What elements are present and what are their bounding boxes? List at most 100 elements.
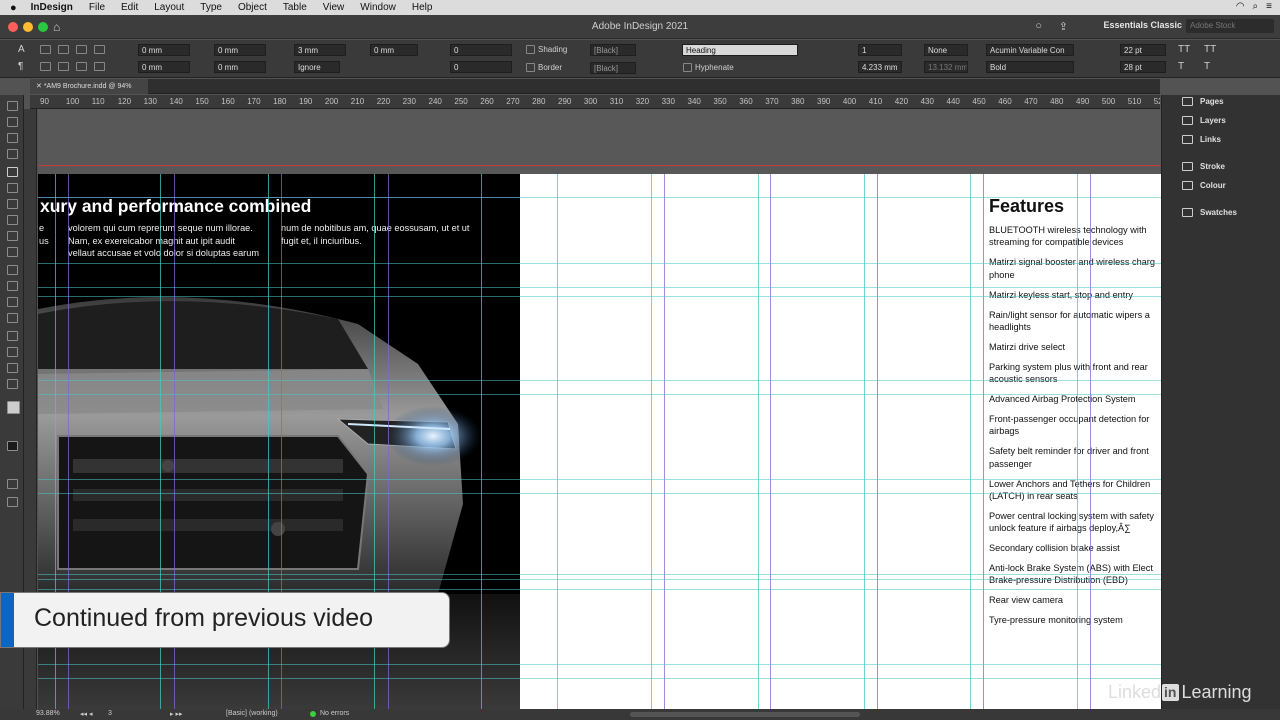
master-status[interactable]: [Basic] (working) [226, 710, 278, 717]
drop-cap-lines-field[interactable]: 0 [450, 44, 512, 56]
menu-layout[interactable]: Layout [154, 2, 184, 13]
direct-selection-tool-icon[interactable] [7, 117, 18, 127]
feature-item[interactable]: Safety belt reminder for driver and fron… [989, 445, 1161, 470]
page-number-field[interactable]: 3 [108, 710, 112, 717]
fill-stroke-swatch-icon[interactable] [7, 401, 20, 414]
wifi-icon[interactable]: ◠ [1236, 1, 1245, 12]
hand-tool-icon[interactable] [7, 363, 18, 373]
lightbulb-icon[interactable]: ○ [1035, 20, 1042, 32]
right-indent-field[interactable]: 0 mm [214, 44, 266, 56]
features-list[interactable]: BLUETOOTH wireless technology with strea… [989, 224, 1161, 634]
leading-field[interactable]: 28 pt [1120, 61, 1166, 73]
spotlight-icon[interactable]: ⌕ [1253, 1, 1259, 12]
screen-mode-icon[interactable] [7, 479, 18, 489]
menu-table[interactable]: Table [283, 2, 307, 13]
border-swatch[interactable]: [Black] [590, 62, 636, 74]
menu-type[interactable]: Type [200, 2, 222, 13]
preflight-status-icon[interactable] [310, 711, 316, 717]
body-column-1[interactable]: e us [39, 222, 49, 247]
pencil-tool-icon[interactable] [7, 215, 18, 225]
feature-item[interactable]: Matirzi drive select [989, 341, 1161, 353]
menu-window[interactable]: Window [360, 2, 396, 13]
superscript-button[interactable]: T [1178, 61, 1184, 72]
close-tab-icon[interactable]: ✕ [36, 83, 44, 90]
control-center-icon[interactable]: ≡ [1266, 1, 1272, 12]
feature-item[interactable]: Matirzi signal booster and wireless char… [989, 256, 1161, 281]
shading-checkbox[interactable] [526, 45, 535, 54]
menu-file[interactable]: File [89, 2, 105, 13]
panel-swatches[interactable]: Swatches [1182, 208, 1237, 217]
justify-all-icon[interactable] [76, 62, 87, 71]
next-page-icon[interactable]: ▸ ▸▸ [170, 710, 183, 718]
font-style-dropdown[interactable]: Bold [986, 61, 1074, 73]
line-tool-icon[interactable] [7, 183, 18, 193]
paragraph-formatting-icon[interactable]: ¶ [18, 61, 23, 72]
preflight-status[interactable]: No errors [320, 710, 349, 717]
align-spine-icon[interactable] [94, 62, 105, 71]
horizontal-scrollbar[interactable] [630, 712, 860, 717]
space-after-field[interactable]: 0 mm [370, 44, 418, 56]
align-left-icon[interactable] [40, 45, 51, 54]
panel-pages[interactable]: Pages [1182, 97, 1224, 106]
feature-item[interactable]: Tyre-pressure monitoring system [989, 614, 1161, 626]
apply-color-icon[interactable] [7, 441, 18, 451]
space-before-field[interactable]: 3 mm [294, 44, 346, 56]
share-icon[interactable]: ⇪ [1059, 20, 1068, 33]
note-tool-icon[interactable] [7, 331, 18, 341]
free-transform-tool-icon[interactable] [7, 281, 18, 291]
span-columns-dropdown[interactable]: None [924, 44, 968, 56]
preview-mode-icon[interactable] [7, 497, 18, 507]
menu-view[interactable]: View [323, 2, 345, 13]
last-line-indent-field[interactable]: 0 mm [214, 61, 266, 73]
justify-right-icon[interactable] [58, 62, 69, 71]
scissors-tool-icon[interactable] [7, 265, 18, 275]
border-checkbox[interactable] [526, 63, 535, 72]
align-center-icon[interactable] [58, 45, 69, 54]
panel-layers[interactable]: Layers [1182, 116, 1226, 125]
feature-item[interactable]: Rain/light sensor for automatic wipers a… [989, 309, 1161, 334]
all-caps-button[interactable]: TT [1178, 44, 1190, 55]
menu-edit[interactable]: Edit [121, 2, 138, 13]
gutter-field[interactable]: 4.233 mm [858, 61, 902, 73]
adobe-stock-search[interactable]: Adobe Stock [1186, 19, 1274, 33]
hyphenate-checkbox[interactable] [683, 63, 692, 72]
shading-swatch[interactable]: [Black] [590, 44, 636, 56]
apple-icon[interactable]: ● [10, 2, 17, 14]
panel-links[interactable]: Links [1182, 135, 1221, 144]
zoom-tool-icon[interactable] [7, 379, 18, 389]
rectangle-frame-tool-icon[interactable] [7, 231, 18, 241]
font-family-dropdown[interactable]: Acumin Variable Con [986, 44, 1074, 56]
feature-item[interactable]: Front-passenger occupant detection for a… [989, 413, 1161, 438]
gradient-swatch-tool-icon[interactable] [7, 297, 18, 307]
eyedropper-tool-icon[interactable] [7, 347, 18, 357]
feature-item[interactable]: Lower Anchors and Tethers for Children (… [989, 478, 1161, 503]
menu-app-name[interactable]: InDesign [31, 2, 73, 13]
zoom-level[interactable]: 93.88% [36, 710, 60, 717]
menu-object[interactable]: Object [238, 2, 267, 13]
gutter-secondary-field[interactable]: 13.132 mm [924, 61, 968, 73]
small-caps-button[interactable]: TT [1204, 44, 1216, 55]
feature-item[interactable]: Power central locking system with safety… [989, 510, 1161, 535]
feature-item[interactable]: Matirzi keyless start, stop and entry [989, 289, 1161, 301]
drop-cap-chars-field[interactable]: 0 [450, 61, 512, 73]
panel-stroke[interactable]: Stroke [1182, 162, 1225, 171]
workspace-switcher[interactable]: Essentials Classic [1103, 20, 1182, 30]
document-tab[interactable]: ✕ *AM9 Brochure.indd @ 94% [30, 79, 148, 94]
body-column-2[interactable]: volorem qui cum reprerum seque num illor… [68, 222, 259, 260]
font-size-field[interactable]: 22 pt [1120, 44, 1166, 56]
page-tool-icon[interactable] [7, 133, 18, 143]
type-tool-icon[interactable] [7, 167, 18, 177]
columns-field[interactable]: 1 [858, 44, 902, 56]
justify-left-icon[interactable] [94, 45, 105, 54]
panel-colour[interactable]: Colour [1182, 181, 1226, 190]
grid-align-dropdown[interactable]: Ignore [294, 61, 340, 73]
body-column-3[interactable]: num de nobitibus am, quae eossusam, ut e… [281, 222, 469, 247]
selection-tool-icon[interactable] [7, 101, 18, 111]
page-headline[interactable]: xury and performance combined [40, 196, 311, 217]
rectangle-tool-icon[interactable] [7, 247, 18, 257]
first-page-icon[interactable]: ◂◂ ◂ [80, 710, 93, 718]
gap-tool-icon[interactable] [7, 149, 18, 159]
align-right-icon[interactable] [76, 45, 87, 54]
first-line-indent-field[interactable]: 0 mm [138, 61, 190, 73]
subscript-button[interactable]: T [1204, 61, 1210, 72]
